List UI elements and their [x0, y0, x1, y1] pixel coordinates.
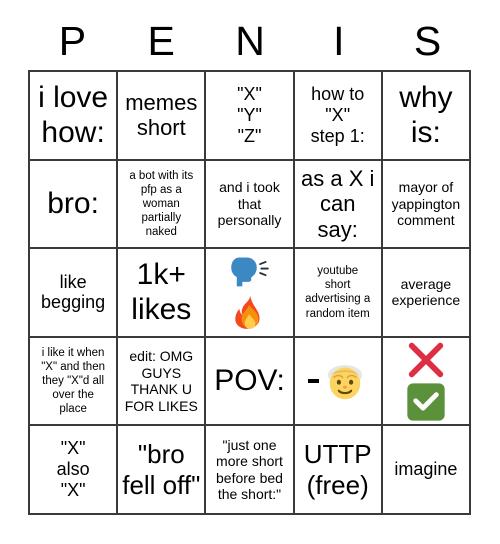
bingo-cell-r1c5[interactable]: why is: [382, 72, 471, 161]
dash-mark [308, 379, 320, 384]
bingo-cell-r4c4[interactable] [294, 337, 383, 427]
bingo-cell-r5c5[interactable]: imagine [382, 426, 471, 515]
bingo-cell-r1c3[interactable]: "X" "Y" "Z" [206, 72, 295, 161]
cross-mark-icon [405, 339, 447, 381]
bingo-cell-r4c2[interactable]: edit: OMG GUYS THANK U FOR LIKES [118, 337, 207, 427]
bingo-header-row: P E N I S [28, 12, 472, 70]
bingo-cell-r3c1[interactable]: like begging [30, 249, 119, 338]
bingo-cell-text: imagine [394, 459, 458, 480]
bingo-cell-text: i love how: [38, 80, 109, 150]
bingo-cell-text: how to "X" step 1: [310, 83, 365, 146]
header-letter-3: N [235, 17, 265, 64]
header-letter-1: P [58, 17, 87, 64]
bingo-cell-text: "X" "Y" "Z" [237, 83, 262, 146]
bingo-cell-text: mayor of yappington comment [391, 179, 461, 229]
emoji-stack [229, 253, 270, 331]
bingo-cell-text: "just one more short before bed the shor… [216, 436, 283, 503]
bingo-cell-r3c4[interactable]: youtube short advertising a random item [294, 249, 383, 338]
bingo-cell-r5c4[interactable]: UTTP (free) [294, 426, 383, 515]
bingo-cell-text: bro: [47, 187, 99, 221]
bingo-cell-r5c1[interactable]: "X" also "X" [30, 426, 119, 515]
header-letter-5: S [413, 17, 442, 64]
bingo-cell-text: like begging [41, 271, 106, 313]
bingo-cell-text: why is: [399, 80, 453, 150]
bingo-cell-r1c1[interactable]: i love how: [30, 72, 119, 161]
bingo-cell-r4c5[interactable] [382, 337, 471, 427]
speaking-head-icon [229, 253, 270, 293]
bingo-cell-text: as a X i can say: [301, 165, 375, 242]
bingo-cell-text: UTTP (free) [303, 439, 372, 500]
dash-oldman-row [308, 359, 367, 403]
emoji-stack [405, 339, 447, 423]
bingo-cell-r2c4[interactable]: as a X i can say: [294, 160, 383, 250]
bingo-cell-r5c3[interactable]: "just one more short before bed the shor… [206, 426, 295, 515]
bingo-cell-text: "bro fell off" [122, 439, 201, 500]
bingo-cell-r4c3[interactable]: POV: [206, 337, 295, 427]
bingo-cell-text: memes short [125, 89, 198, 141]
bingo-cell-text: i like it when "X" and then they "X"d al… [41, 347, 105, 416]
bingo-cell-r2c1[interactable]: bro: [30, 160, 119, 250]
bingo-cell-text: edit: OMG GUYS THANK U FOR LIKES [124, 348, 198, 414]
bingo-cell-text: POV: [214, 364, 285, 398]
bingo-card: P E N I S i love how: memes short "X" "Y" … [0, 0, 500, 544]
bingo-cell-text: average experience [391, 275, 461, 309]
bingo-cell-r2c3[interactable]: and i took that personally [206, 160, 295, 250]
bingo-cell-r2c5[interactable]: mayor of yappington comment [382, 160, 471, 250]
bingo-cell-r3c5[interactable]: average experience [382, 249, 471, 338]
bingo-cell-r2c2[interactable]: a bot with its pfp as a woman partially … [118, 160, 207, 250]
bingo-cell-text: youtube short advertising a random item [305, 265, 371, 320]
bingo-cell-text: "X" also "X" [56, 438, 90, 501]
header-letter-4: I [333, 17, 345, 64]
bingo-cell-r4c1[interactable]: i like it when "X" and then they "X"d al… [30, 337, 119, 427]
header-letter-2: E [147, 17, 175, 64]
old-man-icon [323, 359, 367, 403]
bingo-cell-text: and i took that personally [217, 179, 282, 229]
bingo-cell-r3c2[interactable]: 1k+ likes [118, 249, 207, 338]
bingo-cell-r3c3[interactable] [206, 249, 295, 338]
bingo-cell-r5c2[interactable]: "bro fell off" [118, 426, 207, 515]
bingo-cell-text: 1k+ likes [131, 258, 192, 327]
bingo-cell-text: a bot with its pfp as a woman partially … [129, 169, 194, 238]
check-mark-icon [405, 381, 447, 423]
bingo-grid: i love how: memes short "X" "Y" "Z" how to … [28, 70, 471, 515]
bingo-cell-r1c4[interactable]: how to "X" step 1: [294, 72, 383, 161]
bingo-cell-r1c2[interactable]: memes short [118, 72, 207, 161]
fire-icon [230, 293, 268, 331]
